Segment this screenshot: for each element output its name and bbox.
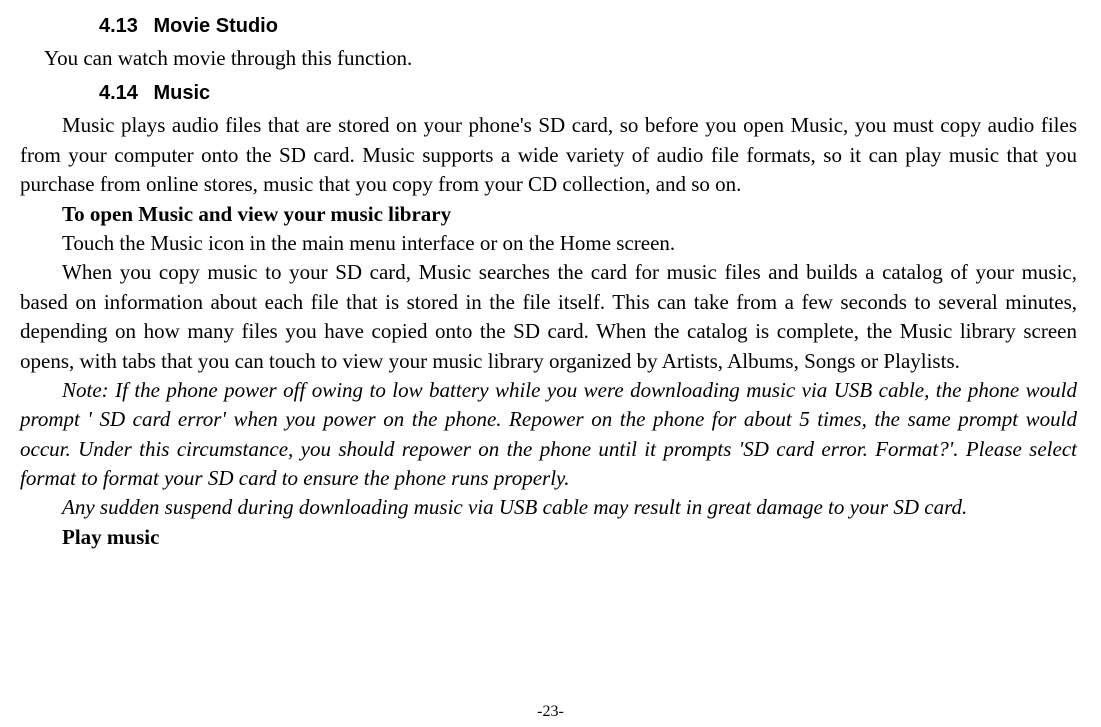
- subheading-open-music: To open Music and view your music librar…: [20, 200, 1077, 229]
- paragraph-413-1: You can watch movie through this functio…: [20, 44, 1077, 73]
- section-heading-413: 4.13 Movie Studio: [99, 12, 1077, 40]
- paragraph-414-2: Touch the Music icon in the main menu in…: [20, 229, 1077, 258]
- section-number: 4.14: [99, 79, 138, 107]
- paragraph-414-1: Music plays audio files that are stored …: [20, 111, 1077, 199]
- paragraph-414-3: When you copy music to your SD card, Mus…: [20, 258, 1077, 376]
- section-title: Movie Studio: [154, 15, 278, 37]
- section-title: Music: [154, 82, 211, 104]
- note-414-1: Note: If the phone power off owing to lo…: [20, 376, 1077, 494]
- subheading-play-music: Play music: [20, 523, 1077, 552]
- page-number: -23-: [0, 701, 1101, 723]
- section-heading-414: 4.14 Music: [99, 79, 1077, 107]
- section-number: 4.13: [99, 12, 138, 40]
- note-414-2: Any sudden suspend during downloading mu…: [20, 493, 1077, 522]
